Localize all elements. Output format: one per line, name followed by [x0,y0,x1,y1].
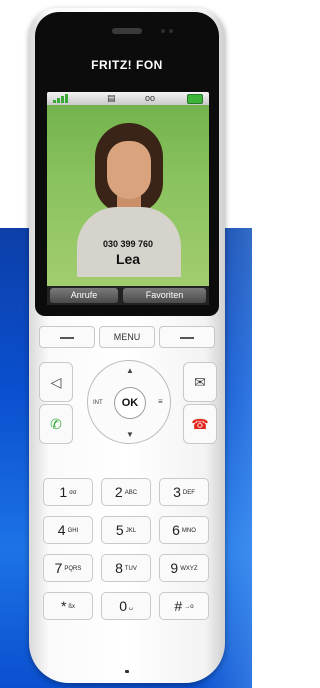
voicemail-icon: σσ [69,489,77,496]
key-6-digit: 6 [172,522,180,538]
key-lock-icon: →o [184,603,194,610]
dash-icon [60,336,74,339]
space-icon: ␣ [128,603,133,610]
key-hash-digit: # [174,598,183,614]
display-bezel: FRITZ! FON ▤ oo 030 399 760 Lea Anrufe F… [35,12,219,316]
caller-face [107,141,151,199]
key-3-letters: DEF [182,489,195,496]
key-7-letters: PQRS [64,565,82,572]
softkey-bar: Anrufe Favoriten [47,286,209,305]
voicemail-icon: oo [145,93,156,103]
key-4[interactable]: 4 GHI [43,516,93,544]
dash-icon [180,336,194,339]
key-8-letters: TUV [124,565,137,572]
key-5[interactable]: 5 JKL [101,516,151,544]
message-button[interactable]: ✉ [183,362,217,402]
key-5-digit: 5 [115,522,124,538]
key-8-digit: 8 [115,560,123,576]
phone-screen: ▤ oo 030 399 760 Lea Anrufe Favoriten [47,92,209,305]
caller-name: Lea [115,251,141,267]
key-2-digit: 2 [114,484,123,500]
key-7-digit: 7 [54,560,63,576]
status-bar: ▤ oo [47,92,209,105]
navigation-cluster: ◁ ✆ ✉ ☎ ▲ ▼ INT ≡ OK [37,358,217,446]
sensor-dot [161,29,165,33]
message-icon: ▤ [107,93,116,103]
sensor-dot [169,29,173,33]
left-soft-button[interactable] [39,326,95,348]
softkey-favorites[interactable]: Favoriten [123,288,206,303]
key-9[interactable]: 9 WXYZ [159,554,209,582]
volume-up-icon: ▲ [126,366,134,375]
call-button[interactable]: ✆ [39,404,73,444]
key-6-letters: MNO [181,527,196,534]
key-9-letters: WXYZ [180,565,198,572]
internal-label: INT [93,400,103,406]
right-soft-button[interactable] [159,326,215,348]
key-1-digit: 1 [59,484,68,500]
key-3[interactable]: 3 DEF [159,478,209,506]
softkey-calls[interactable]: Anrufe [50,288,118,303]
earpiece [112,28,142,34]
key-2[interactable]: 2 ABC [101,478,151,506]
brand-logo: FRITZ! FON [91,58,163,72]
end-call-button[interactable]: ☎ [183,404,217,444]
key-star-digit: * [60,598,67,614]
mute-icon: ßx [68,603,76,610]
key-0[interactable]: 0 ␣ [101,592,151,620]
key-star[interactable]: * ßx [43,592,93,620]
list-label: ≡ [158,397,163,406]
key-8[interactable]: 8 TUV [101,554,151,582]
key-5-letters: JKL [125,527,137,534]
key-0-digit: 0 [119,598,127,614]
key-3-digit: 3 [173,484,181,500]
menu-row: MENU [39,326,215,348]
key-7[interactable]: 7 PQRS [43,554,93,582]
ok-button[interactable]: OK [114,387,146,419]
key-2-letters: ABC [124,489,138,496]
menu-button[interactable]: MENU [99,326,155,348]
caller-number: 030 399 760 [102,239,154,249]
battery-icon [187,94,203,104]
phonebook-icon: ▼ [126,430,134,439]
fritzfon-handset: FRITZ! FON ▤ oo 030 399 760 Lea Anrufe F… [29,8,225,683]
key-4-letters: GHI [67,527,79,534]
navigation-ring[interactable]: ▲ ▼ INT ≡ OK [87,360,171,444]
key-6[interactable]: 6 MNO [159,516,209,544]
key-9-digit: 9 [170,560,179,576]
microphone-hole [125,670,129,673]
key-1[interactable]: 1 σσ [43,478,93,506]
signal-icon [53,94,69,103]
caller-photo [47,105,209,277]
key-4-digit: 4 [57,522,66,538]
key-hash[interactable]: # →o [159,592,209,620]
speaker-button[interactable]: ◁ [39,362,73,402]
